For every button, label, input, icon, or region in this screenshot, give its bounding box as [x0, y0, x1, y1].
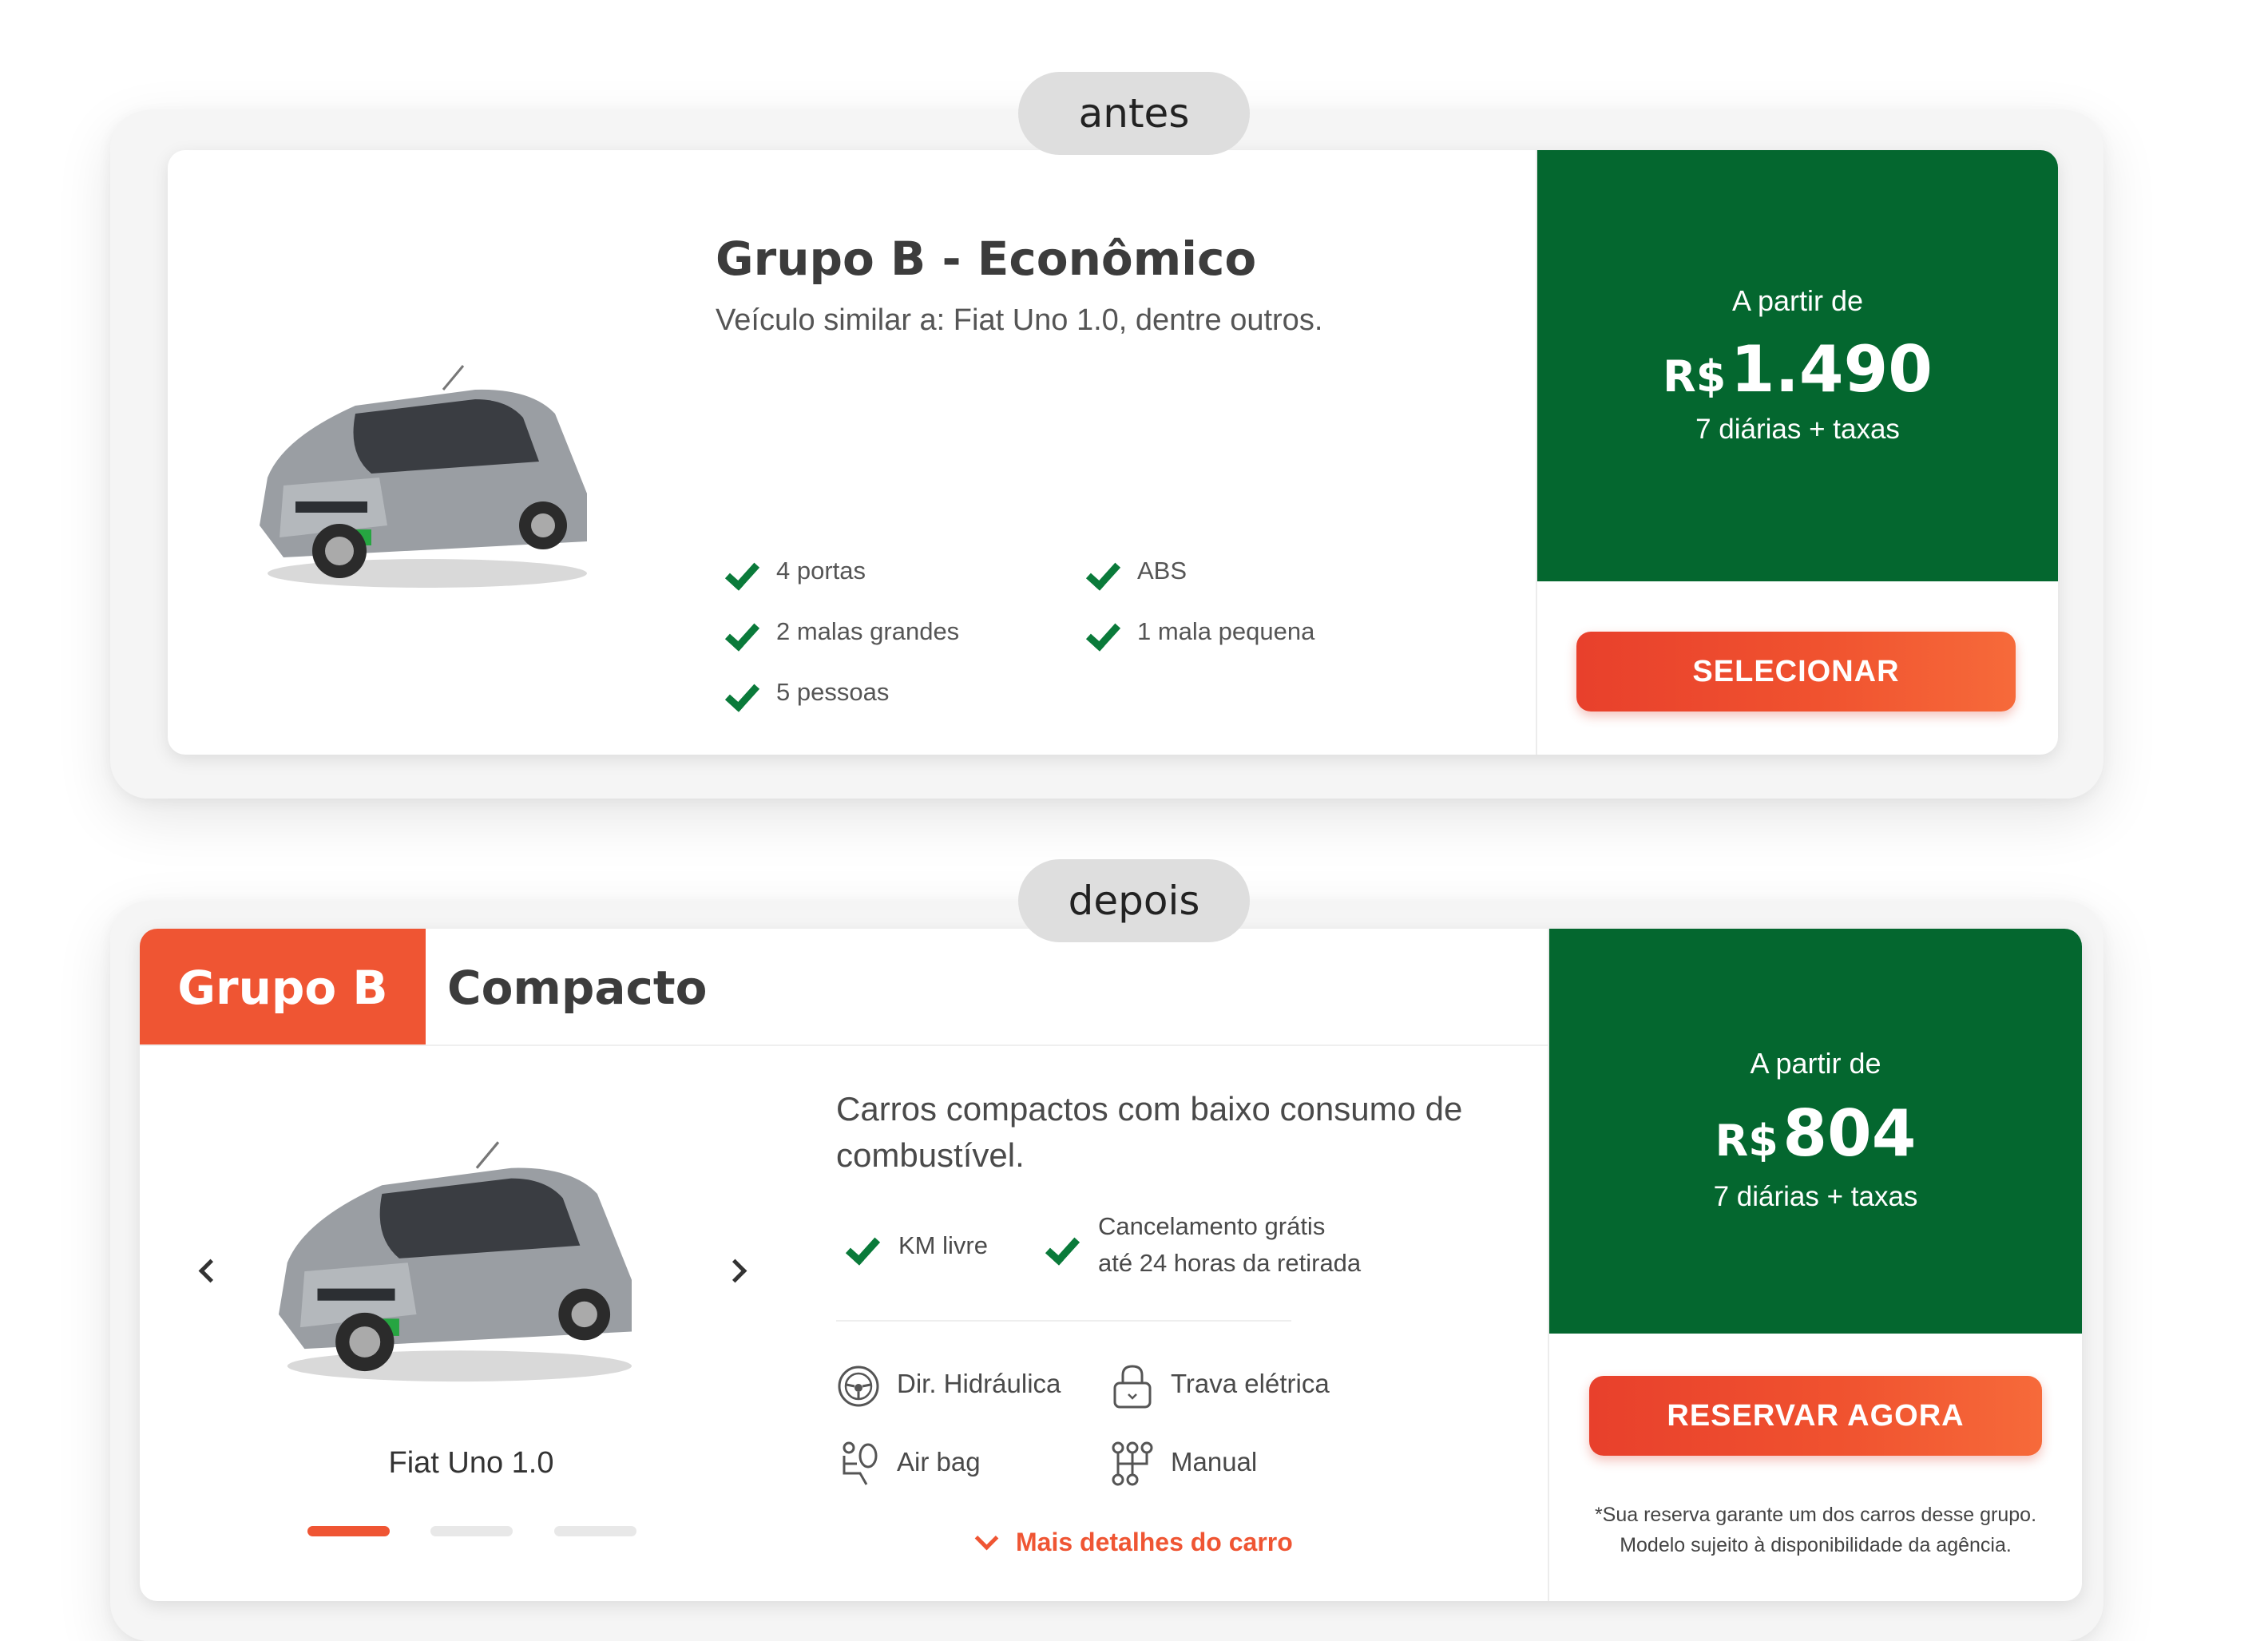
reserve-now-button[interactable]: RESERVAR AGORA — [1589, 1376, 2042, 1456]
spec-label: Air bag — [897, 1447, 981, 1477]
feature-item: ABS — [1137, 557, 1188, 585]
carousel-prev-button[interactable] — [198, 1258, 223, 1283]
price-amount: 1.490 — [1730, 332, 1933, 406]
select-button[interactable]: SELECIONAR — [1576, 632, 2016, 711]
carousel-dot[interactable] — [430, 1526, 513, 1536]
price-from-label: A partir de — [1731, 284, 1864, 317]
group-tag: Grupo B — [140, 929, 426, 1044]
reservation-disclaimer: *Sua reserva garante um dos carros desse… — [1594, 1504, 2037, 1556]
car-model-name: Fiat Uno 1.0 — [388, 1446, 554, 1480]
price-panel: A partir de R$ 804 7 diárias + taxas — [1549, 929, 2082, 1334]
price-currency: R$ — [1715, 1116, 1778, 1166]
before-car-card: Grupo B - Econômico Veículo similar a: F… — [168, 150, 2058, 755]
feature-item: 2 malas grandes — [776, 617, 960, 645]
benefit-item: KM livre — [898, 1231, 988, 1259]
check-icon — [845, 1230, 881, 1266]
more-details-link[interactable]: Mais detalhes do carro — [969, 1526, 1293, 1557]
spec-label: Trava elétrica — [1171, 1369, 1330, 1398]
benefit-item: Cancelamento grátis até 24 horas da reti… — [1098, 1212, 1362, 1277]
feature-item: 4 portas — [776, 557, 866, 585]
more-details-label: Mais detalhes do carro — [1016, 1528, 1293, 1556]
category-description: Carros compactos com baixo consumo de co… — [836, 1090, 1463, 1174]
check-icon — [1085, 616, 1121, 652]
carousel-dot-active[interactable] — [307, 1526, 390, 1536]
category-title: Compacto — [447, 961, 708, 1015]
carousel-next-button[interactable] — [723, 1258, 747, 1283]
group-tag-label: Grupo B — [177, 961, 388, 1015]
section-divider — [836, 1320, 1291, 1322]
spec-label: Dir. Hidráulica — [897, 1369, 1061, 1398]
price-value: R$ 1.490 — [1537, 332, 2058, 406]
spec-label: Manual — [1171, 1447, 1258, 1477]
lock-icon — [1113, 1365, 1152, 1409]
price-from-label: A partir de — [1750, 1047, 1881, 1080]
check-icon — [724, 616, 760, 652]
car-group-title: Grupo B - Econômico — [716, 232, 1257, 286]
car-image — [278, 1141, 632, 1382]
gear-shift-icon — [1112, 1441, 1153, 1486]
before-label: antes — [1018, 72, 1250, 155]
after-car-card: Grupo B Compacto Fiat Uno 1.0 Carros com… — [140, 929, 2082, 1601]
header-divider — [140, 1044, 1548, 1046]
check-icon — [1085, 555, 1121, 591]
car-subtitle: Veículo similar a: Fiat Uno 1.0, dentre … — [716, 303, 1323, 337]
check-icon — [724, 555, 760, 591]
steering-wheel-icon — [838, 1366, 879, 1407]
price-note: 7 diárias + taxas — [1713, 1181, 1918, 1212]
price-note: 7 diárias + taxas — [1695, 414, 1900, 445]
check-icon — [724, 676, 760, 712]
car-image — [260, 365, 587, 588]
airbag-icon — [843, 1441, 878, 1485]
carousel-dot[interactable] — [554, 1526, 636, 1536]
price-currency: R$ — [1663, 351, 1727, 402]
feature-item: 5 pessoas — [776, 678, 890, 706]
check-icon — [1045, 1230, 1080, 1266]
price-value: R$ 804 — [1549, 1096, 2082, 1171]
price-amount: 804 — [1782, 1096, 1917, 1171]
chevron-down-icon — [974, 1526, 999, 1551]
feature-item: 1 mala pequena — [1137, 617, 1315, 645]
after-label: depois — [1018, 859, 1250, 942]
price-panel: A partir de R$ 1.490 7 diárias + taxas — [1537, 150, 2058, 581]
